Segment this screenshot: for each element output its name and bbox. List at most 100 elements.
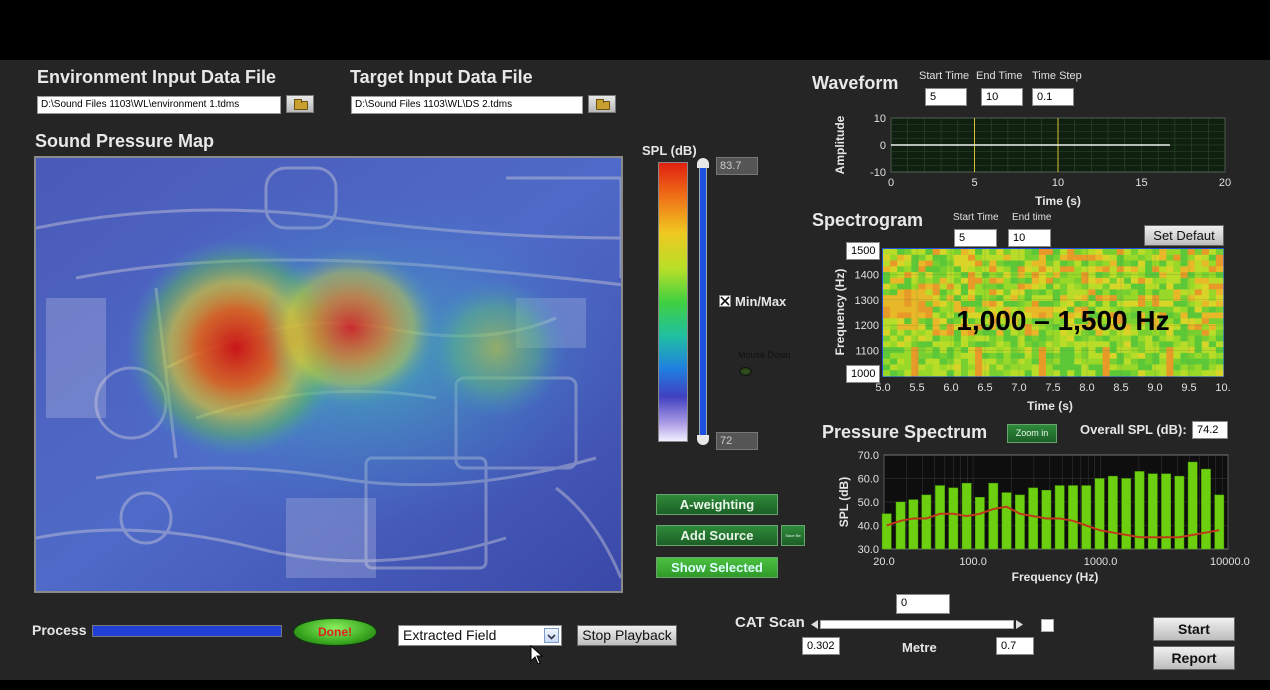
spectrogram-xtick-label: 7.0 bbox=[1011, 382, 1026, 394]
environment-path-field[interactable]: D:\Sound Files 1103\WL\environment 1.tdm… bbox=[37, 96, 281, 114]
waveform-ytick-label: 0 bbox=[880, 140, 886, 152]
spectrogram-ytick-label: 1200 bbox=[855, 320, 879, 332]
spectrum-bar bbox=[1015, 494, 1025, 550]
spectrum-bar bbox=[1214, 494, 1225, 550]
target-browse-button[interactable] bbox=[588, 95, 616, 113]
spectrum-bar bbox=[1001, 492, 1012, 550]
slider-left-arrow-icon[interactable] bbox=[810, 620, 819, 629]
check-icon bbox=[720, 296, 730, 306]
spectrogram-xtick-label: 9.0 bbox=[1147, 382, 1162, 394]
cat-scan-max-field[interactable]: 0.7 bbox=[996, 637, 1034, 655]
process-label: Process bbox=[32, 622, 87, 638]
spectrogram-chart: 1400 1300 1200 1100 5.0 5.5 6.0 6.5 7.0 7.5 8.0 8.… bbox=[833, 248, 1231, 413]
pressure-spectrum-title: Pressure Spectrum bbox=[822, 422, 988, 442]
spectrogram-ylabel: Frequency (Hz) bbox=[833, 269, 847, 356]
spl-range-slider-track[interactable] bbox=[699, 164, 707, 440]
cat-scan-slider[interactable] bbox=[810, 620, 1024, 629]
minmax-label: Min/Max bbox=[735, 294, 787, 309]
view-select-dropdown[interactable]: Extracted Field bbox=[398, 625, 562, 646]
cat-scan-label: CAT Scan bbox=[735, 614, 805, 631]
pressure-spectrum-ytick-label: 40.0 bbox=[858, 521, 879, 533]
waveform-xtick-label: 15 bbox=[1135, 177, 1147, 189]
waveform-xtick-label: 10 bbox=[1052, 177, 1064, 189]
spectrogram-annotation: 1,000 – 1,500 Hz bbox=[956, 305, 1169, 336]
waveform-xtick-label: 5 bbox=[971, 177, 977, 189]
waveform-time-step-field[interactable]: 0.1 bbox=[1032, 88, 1074, 106]
spectrogram-xtick-label: 6.5 bbox=[977, 382, 992, 394]
waveform-chart: 100-10 0 5 10 15 20 Amplitude Time (s) bbox=[833, 113, 1231, 208]
mouse-down-label: Mouse Down bbox=[738, 350, 791, 360]
mouse-down-led bbox=[739, 367, 752, 376]
pressure-spectrum-xtick-label: 20.0 bbox=[873, 556, 894, 568]
target-file-title: Target Input Data File bbox=[350, 67, 533, 87]
cat-scan-checkbox[interactable] bbox=[1041, 619, 1054, 632]
waveform-ylabel: Amplitude bbox=[833, 115, 847, 174]
bottom-black-bar bbox=[0, 680, 1270, 690]
spectrogram-ytick-label: 1300 bbox=[855, 295, 879, 307]
spectrogram-xtick-label: 6.0 bbox=[943, 382, 958, 394]
slider-right-arrow-icon[interactable] bbox=[1015, 620, 1024, 629]
spectrum-bar bbox=[1041, 490, 1052, 550]
cat-scan-position-field[interactable]: 0 bbox=[896, 594, 950, 614]
spectrum-bar bbox=[881, 513, 892, 550]
pressure-spectrum-ylabel: SPL (dB) bbox=[837, 477, 851, 527]
add-source-button[interactable]: Add Source bbox=[656, 525, 778, 546]
waveform-ytick-label: 10 bbox=[874, 113, 886, 125]
waveform-xlabel: Time (s) bbox=[1035, 194, 1081, 208]
waveform-start-time-field[interactable]: 5 bbox=[925, 88, 967, 106]
spl-scale-title: SPL (dB) bbox=[642, 143, 697, 158]
cat-scan-unit-label: Metre bbox=[902, 640, 937, 655]
spectrum-bar bbox=[948, 487, 959, 550]
spl-color-bar bbox=[658, 162, 688, 442]
environment-browse-button[interactable] bbox=[286, 95, 314, 113]
spectrogram-xlabel: Time (s) bbox=[1027, 399, 1073, 413]
pressure-spectrum-xtick-label: 100.0 bbox=[959, 556, 987, 568]
spectrum-bar bbox=[1201, 468, 1211, 550]
sound-pressure-map-image bbox=[36, 158, 621, 591]
spectrum-bar bbox=[1081, 485, 1092, 550]
minmax-checkbox[interactable] bbox=[719, 295, 731, 307]
show-selected-button[interactable]: Show Selected bbox=[656, 557, 778, 578]
pressure-spectrum-ytick-label: 30.0 bbox=[858, 544, 879, 556]
process-progress-bar bbox=[92, 625, 282, 637]
waveform-time-step-label: Time Step bbox=[1032, 70, 1082, 82]
waveform-start-time-label: Start Time bbox=[919, 70, 970, 82]
spectrogram-xtick-label: 5.5 bbox=[909, 382, 924, 394]
target-path-field[interactable]: D:\Sound Files 1103\WL\DS 2.tdms bbox=[351, 96, 583, 114]
add-source-small-button[interactable]: Save file bbox=[781, 525, 805, 546]
pressure-spectrum-xtick-label: 1000.0 bbox=[1084, 556, 1118, 568]
stop-playback-button[interactable]: Stop Playback bbox=[577, 625, 677, 646]
spectrogram-xtick-label: 8.5 bbox=[1113, 382, 1128, 394]
spectrum-bar bbox=[1054, 485, 1065, 550]
spectrogram-xtick-label: 5.0 bbox=[875, 382, 890, 394]
sound-pressure-map[interactable] bbox=[34, 156, 623, 593]
spectrogram-start-time-label: Start Time bbox=[953, 212, 999, 223]
folder-icon bbox=[596, 99, 610, 110]
cat-scan-slider-track[interactable] bbox=[820, 620, 1014, 629]
dropdown-arrow-button[interactable] bbox=[544, 628, 559, 643]
spectrum-bar bbox=[988, 482, 999, 550]
spectrum-bar bbox=[1028, 487, 1039, 550]
report-button[interactable]: Report bbox=[1153, 646, 1235, 670]
start-button[interactable]: Start bbox=[1153, 617, 1235, 641]
environment-file-title: Environment Input Data File bbox=[37, 67, 277, 87]
spectrogram-ymin-field[interactable]: 1000 bbox=[846, 365, 880, 383]
spl-max-field[interactable]: 83.7 bbox=[716, 157, 758, 175]
spectrum-bar bbox=[895, 501, 906, 550]
spectrogram-ymax-field[interactable]: 1500 bbox=[846, 242, 880, 260]
pressure-spectrum-ytick-label: 60.0 bbox=[858, 474, 879, 486]
overall-spl-label: Overall SPL (dB): bbox=[1080, 422, 1187, 437]
spectrum-bar bbox=[935, 485, 945, 550]
waveform-end-time-field[interactable]: 10 bbox=[981, 88, 1023, 106]
spectrogram-xtick-label: 9.5 bbox=[1181, 382, 1196, 394]
zoom-in-button[interactable]: Zoom in bbox=[1007, 424, 1057, 443]
waveform-ytick-label: -10 bbox=[870, 167, 886, 179]
spectrogram-end-time-label: End time bbox=[1012, 212, 1052, 223]
a-weighting-button[interactable]: A-weighting bbox=[656, 494, 778, 515]
spl-max-slider-handle[interactable] bbox=[697, 158, 709, 168]
cat-scan-min-field[interactable]: 0.302 bbox=[802, 637, 840, 655]
spl-min-field[interactable]: 72 bbox=[716, 432, 758, 450]
overall-spl-field: 74.2 bbox=[1192, 421, 1228, 439]
spectrum-bar bbox=[1121, 478, 1132, 550]
chevron-down-icon bbox=[547, 634, 556, 640]
